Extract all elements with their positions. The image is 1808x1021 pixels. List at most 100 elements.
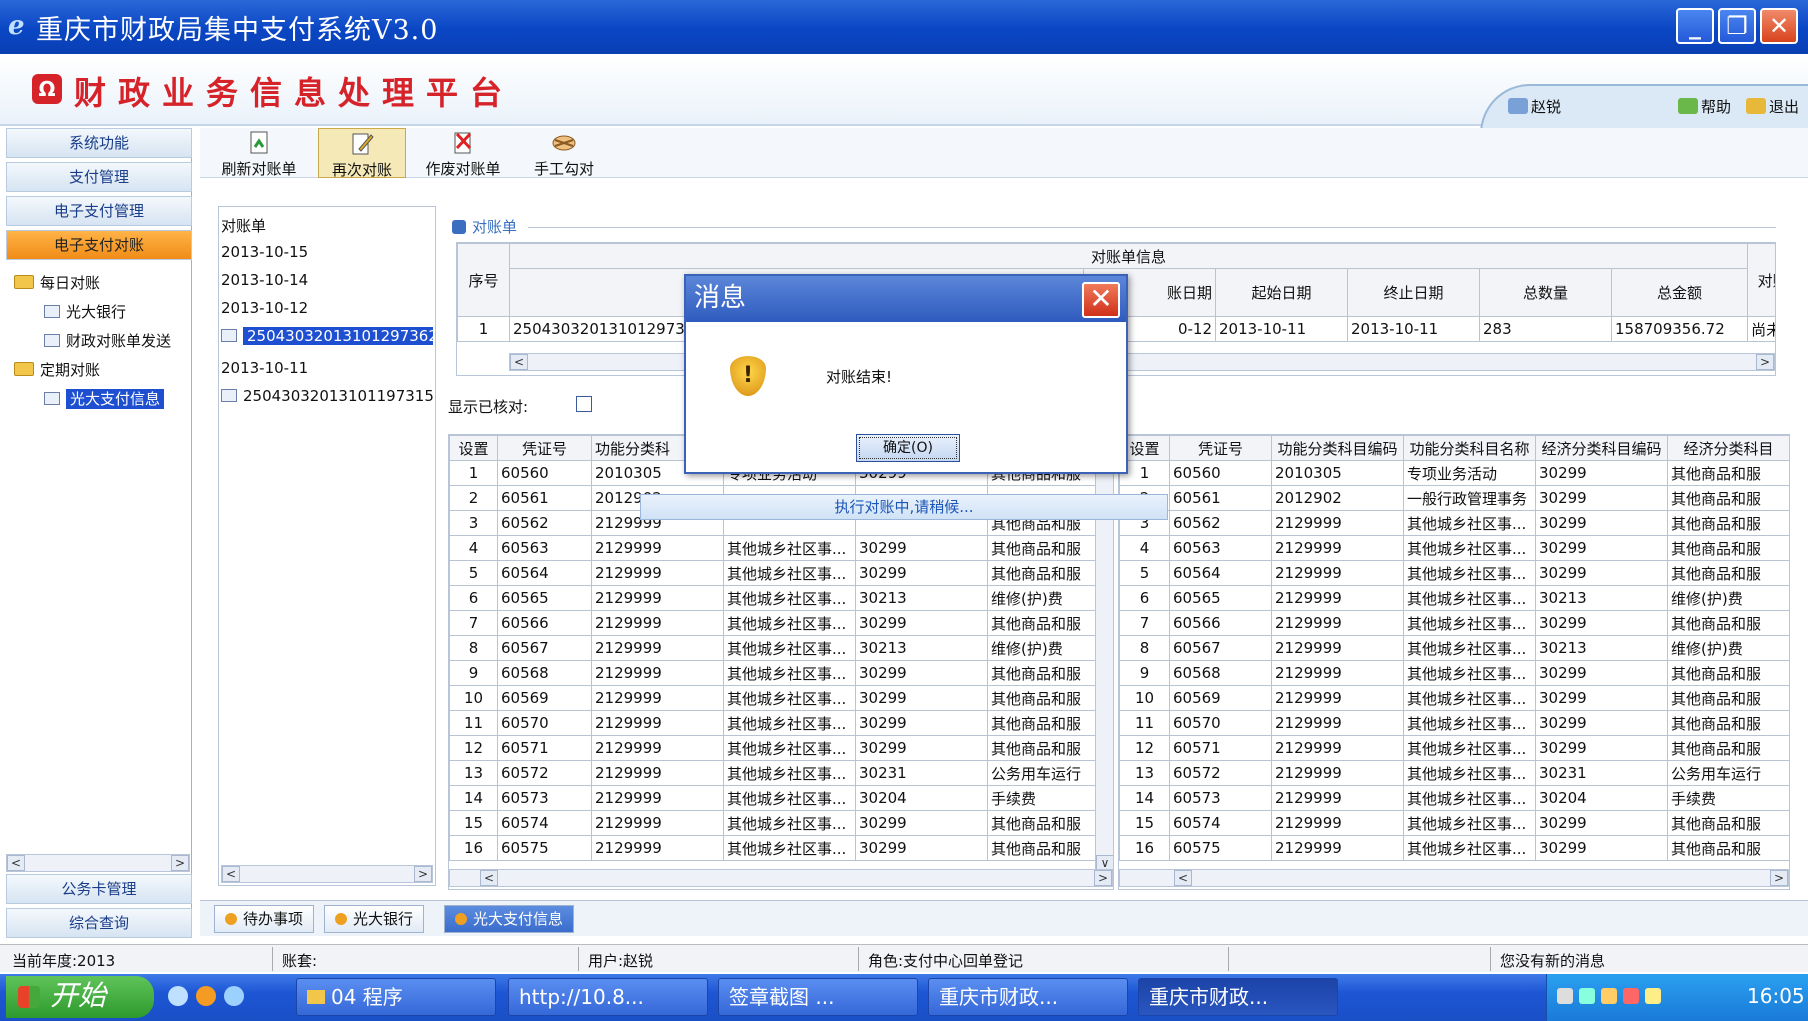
table-row[interactable]: 13 60572 2129999 其他城乡社区事... 30231 公务用车运行 xyxy=(1119,760,1789,786)
table-row[interactable]: 14 60573 2129999 其他城乡社区事... 30204 手续费 xyxy=(1119,785,1789,811)
section-title-text: 对账单 xyxy=(472,218,518,236)
ok-button[interactable]: 确定(O) xyxy=(856,434,960,462)
bank-records-hscrollbar[interactable]: < > xyxy=(1119,869,1789,887)
date-list-scrollbar[interactable]: < > xyxy=(221,865,433,883)
nav-e-payment-management[interactable]: 电子支付管理 xyxy=(6,196,192,226)
tab-everbright-bank[interactable]: 光大银行 xyxy=(324,905,425,933)
date-list-item-selected[interactable]: 250430320131012973621 xyxy=(221,327,433,345)
table-row[interactable]: 12 60571 2129999 其他城乡社区事... 30299 其他商品和服 xyxy=(449,735,1099,761)
lock-icon[interactable] xyxy=(1645,988,1661,1004)
table-row[interactable]: 12 60571 2129999 其他城乡社区事... 30299 其他商品和服 xyxy=(1119,735,1789,761)
keyboard-icon[interactable] xyxy=(1557,988,1573,1004)
table-row[interactable]: 1605602010305专项业务活动30299其他商品和服 xyxy=(1119,460,1789,486)
scroll-right-icon[interactable]: > xyxy=(414,866,432,882)
tab-everbright-payment-info[interactable]: 光大支付信息 xyxy=(444,905,575,933)
refresh-statement-button[interactable]: 刷新对账单 xyxy=(216,128,302,178)
tree-item-everbright-payment-info[interactable]: 光大支付信息 xyxy=(44,388,165,409)
show-checked-checkbox[interactable] xyxy=(576,396,592,412)
taskbar-item-screenshot[interactable]: 签章截图 ... xyxy=(718,978,918,1016)
quicklaunch-ie-icon[interactable] xyxy=(168,986,188,1006)
tree-item-everbright-bank[interactable]: 光大银行 xyxy=(44,301,126,322)
table-row[interactable]: 5 60564 2129999 其他城乡社区事... 30299 其他商品和服 xyxy=(1119,560,1789,586)
tree-item-fiscal-statement-send[interactable]: 财政对账单发送 xyxy=(44,330,171,351)
taskbar-item-browser[interactable]: http://10.8... xyxy=(508,978,708,1016)
taskbar-item-folder[interactable]: 04 程序 xyxy=(296,978,496,1016)
table-row[interactable]: 11 60570 2129999 其他城乡社区事... 30299 其他商品和服 xyxy=(449,710,1099,736)
table-row[interactable]: 8 60567 2129999 其他城乡社区事... 30213 维修(护)费 xyxy=(1119,635,1789,661)
date-list-item[interactable]: 2013-10-12 xyxy=(221,299,308,317)
table-row[interactable]: 16 60575 2129999 其他城乡社区事... 30299 其他商品和服 xyxy=(449,835,1099,861)
table-row[interactable]: 6 60565 2129999 其他城乡社区事... 30213 维修(护)费 xyxy=(1119,585,1789,611)
table-row[interactable]: 7 60566 2129999 其他城乡社区事... 30299 其他商品和服 xyxy=(1119,610,1789,636)
table-row[interactable]: 3 60562 2129999 其他城乡社区事... 30299 其他商品和服 xyxy=(1119,510,1789,536)
table-row[interactable]: 6 60565 2129999 其他城乡社区事... 30213 维修(护)费 xyxy=(449,585,1099,611)
table-row[interactable]: 11 60570 2129999 其他城乡社区事... 30299 其他商品和服 xyxy=(1119,710,1789,736)
table-row[interactable]: 13 60572 2129999 其他城乡社区事... 30231 公务用车运行 xyxy=(449,760,1099,786)
date-list-item[interactable]: 2013-10-14 xyxy=(221,271,308,289)
taskbar-item-app-1[interactable]: 重庆市财政... xyxy=(928,978,1128,1016)
scroll-right-icon[interactable]: > xyxy=(1770,870,1788,886)
scroll-left-icon[interactable]: < xyxy=(7,855,25,871)
close-button[interactable]: ✕ xyxy=(1760,8,1798,44)
table-row[interactable]: 10 60569 2129999 其他城乡社区事... 30299 其他商品和服 xyxy=(449,685,1099,711)
table-row[interactable]: 4 60563 2129999 其他城乡社区事... 30299 其他商品和服 xyxy=(449,535,1099,561)
table-row[interactable]: 7 60566 2129999 其他城乡社区事... 30299 其他商品和服 xyxy=(449,610,1099,636)
scroll-left-icon[interactable]: < xyxy=(222,866,240,882)
table-row[interactable]: 10 60569 2129999 其他城乡社区事... 30299 其他商品和服 xyxy=(1119,685,1789,711)
message-dialog: 消息 ✕ ! 对账结束! 确定(O) xyxy=(684,274,1128,474)
network-icon[interactable] xyxy=(1579,988,1595,1004)
nav-comprehensive-query[interactable]: 综合查询 xyxy=(6,908,192,938)
status-separator xyxy=(858,947,859,971)
help-link[interactable]: 帮助 xyxy=(1678,96,1731,117)
table-row[interactable]: 14 60573 2129999 其他城乡社区事... 30204 手续费 xyxy=(449,785,1099,811)
table-row[interactable]: 15 60574 2129999 其他城乡社区事... 30299 其他商品和服 xyxy=(449,810,1099,836)
start-button[interactable]: 开始 xyxy=(6,976,154,1018)
taskbar-item-app-2[interactable]: 重庆市财政... xyxy=(1138,978,1338,1016)
table-row[interactable]: 5 60564 2129999 其他城乡社区事... 30299 其他商品和服 xyxy=(449,560,1099,586)
manual-match-button[interactable]: 手工勾对 xyxy=(526,128,602,178)
tree-folder-periodic[interactable]: 定期对账 xyxy=(14,359,100,380)
date-list-item[interactable]: 2013-10-15 xyxy=(221,243,308,261)
security-icon[interactable] xyxy=(1623,988,1639,1004)
table-row[interactable]: 4 60563 2129999 其他城乡社区事... 30299 其他商品和服 xyxy=(1119,535,1789,561)
cell: 60567 xyxy=(497,635,592,661)
date-list-item[interactable]: 250430320131011973150 xyxy=(221,387,433,405)
minimize-button[interactable]: _ xyxy=(1676,8,1714,44)
scroll-left-icon[interactable]: < xyxy=(480,870,498,886)
tab-todo[interactable]: 待办事项 xyxy=(214,905,315,933)
date-list-root[interactable]: 对账单 xyxy=(221,215,266,236)
table-row[interactable]: 9 60568 2129999 其他城乡社区事... 30299 其他商品和服 xyxy=(449,660,1099,686)
reconcile-again-button[interactable]: 再次对账 xyxy=(318,128,406,179)
table-row[interactable]: 8 60567 2129999 其他城乡社区事... 30213 维修(护)费 xyxy=(449,635,1099,661)
local-records-hscrollbar[interactable]: < > xyxy=(449,869,1113,887)
date-list-item[interactable]: 2013-10-11 xyxy=(221,359,308,377)
void-statement-button[interactable]: 作废对账单 xyxy=(420,128,506,178)
nav-e-payment-reconciliation[interactable]: 电子支付对账 xyxy=(6,230,192,260)
nav-official-card-management[interactable]: 公务卡管理 xyxy=(6,874,192,904)
scroll-right-icon[interactable]: > xyxy=(1094,870,1112,886)
table-row[interactable]: 9 60568 2129999 其他城乡社区事... 30299 其他商品和服 xyxy=(1119,660,1789,686)
quicklaunch-browser-icon[interactable] xyxy=(224,986,244,1006)
tree-folder-daily[interactable]: 每日对账 xyxy=(14,272,100,293)
quicklaunch-app-icon[interactable] xyxy=(196,986,216,1006)
scroll-right-icon[interactable]: > xyxy=(171,855,189,871)
volume-icon[interactable] xyxy=(1601,988,1617,1004)
cell: 10 xyxy=(1119,685,1170,711)
table-row[interactable]: 16 60575 2129999 其他城乡社区事... 30299 其他商品和服 xyxy=(1119,835,1789,861)
nav-payment-management[interactable]: 支付管理 xyxy=(6,162,192,192)
cell: 30213 xyxy=(855,635,988,661)
exit-link[interactable]: 退出 xyxy=(1746,96,1799,117)
nav-horizontal-scrollbar[interactable]: < > xyxy=(6,854,190,872)
cell: 15 xyxy=(449,810,498,836)
cell: 60569 xyxy=(497,685,592,711)
nav-system-functions[interactable]: 系统功能 xyxy=(6,128,192,158)
scroll-right-icon[interactable]: > xyxy=(1756,354,1774,370)
scroll-left-icon[interactable]: < xyxy=(1174,870,1192,886)
tab-label: 待办事项 xyxy=(243,910,304,928)
scroll-left-icon[interactable]: < xyxy=(510,354,528,370)
table-row[interactable]: 15 60574 2129999 其他城乡社区事... 30299 其他商品和服 xyxy=(1119,810,1789,836)
maximize-button[interactable]: ❐ xyxy=(1718,8,1756,44)
table-row[interactable]: 2605612012902一般行政管理事务30299其他商品和服 xyxy=(1119,485,1789,511)
cell: 30231 xyxy=(855,760,988,786)
dialog-close-button[interactable]: ✕ xyxy=(1082,282,1120,318)
